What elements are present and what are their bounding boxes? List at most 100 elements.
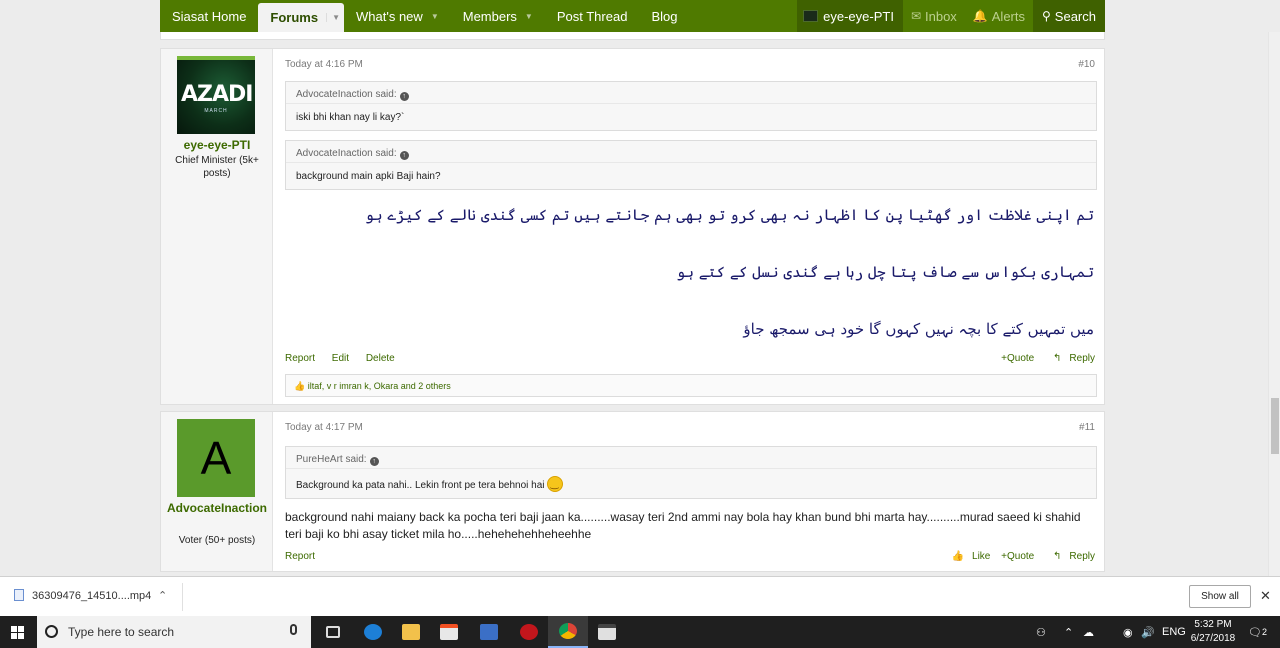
nav-search-label: Search bbox=[1054, 8, 1096, 24]
post-username[interactable]: eye-eye-PTI bbox=[165, 137, 269, 154]
reply-button[interactable]: ↰ Reply bbox=[1045, 551, 1095, 562]
nav-whats-new-label: What's new bbox=[356, 8, 423, 24]
post-timestamp[interactable]: Today at 4:16 PM bbox=[285, 59, 363, 70]
post-urdu-line: میں تمہیں کتے کا بچہ نہیں کہوں گا خود ہی… bbox=[743, 320, 1094, 338]
nav-forums[interactable]: Forums ▼ bbox=[258, 3, 345, 32]
quote-block: AdvocateInaction said: ↑ iski bhi khan na… bbox=[285, 81, 1097, 131]
scrollbar-thumb[interactable] bbox=[1271, 398, 1279, 454]
quote-header: AdvocateInaction said: ↑ bbox=[286, 82, 1096, 104]
reply-arrow-icon: ↰ bbox=[1053, 551, 1062, 562]
task-view-icon[interactable] bbox=[313, 616, 353, 648]
jump-arrow-icon[interactable]: ↑ bbox=[399, 92, 409, 101]
nav-siasat-home[interactable]: Siasat Home bbox=[160, 0, 258, 32]
post-urdu-line: تمہاری بکواس سے صاف پتا چل رہا ہے گندی ن… bbox=[676, 263, 1094, 281]
quote-block: PureHeArt said: ↑ Background ka pata nahi… bbox=[285, 446, 1097, 499]
nav-members-label: Members bbox=[462, 8, 517, 24]
chrome-icon[interactable] bbox=[548, 616, 588, 648]
jump-arrow-icon[interactable]: ↑ bbox=[369, 457, 379, 466]
top-navigation-bar: Siasat Home Forums ▼ What's new ▼ Members ▼… bbox=[0, 0, 1280, 32]
quote-block: AdvocateInaction said: ↑ background main … bbox=[285, 140, 1097, 190]
quote-button[interactable]: +Quote bbox=[1001, 551, 1034, 562]
edit-link[interactable]: Edit bbox=[332, 353, 349, 364]
start-button[interactable] bbox=[0, 616, 36, 648]
notifications-icon[interactable]: 🗨 2 bbox=[1248, 616, 1267, 648]
post-timestamp[interactable]: Today at 4:17 PM bbox=[285, 422, 363, 433]
reply-button[interactable]: ↰ Reply bbox=[1045, 353, 1095, 364]
app-tray-icon[interactable]: ◉ bbox=[1123, 616, 1133, 648]
divider bbox=[182, 583, 183, 611]
bell-icon: 🔔 bbox=[972, 9, 988, 23]
post-urdu-line: تم اپنی غلاظت اور گھٹیا پن کا اظہار نہ ب… bbox=[365, 206, 1094, 224]
volume-icon[interactable]: 🔊 bbox=[1141, 616, 1155, 648]
cloud-icon[interactable]: ☁ bbox=[1083, 616, 1094, 648]
chevron-up-icon[interactable]: ⌃ bbox=[1064, 616, 1073, 648]
video-editor-icon[interactable] bbox=[587, 616, 627, 648]
quote-body: background main apki Baji hain? bbox=[286, 163, 1096, 182]
user-title: Chief Minister (5k+ posts) bbox=[175, 155, 259, 179]
post-number[interactable]: #11 bbox=[1079, 422, 1095, 433]
post-actions-right: +Quote ↰ Reply bbox=[993, 353, 1095, 364]
show-all-button[interactable]: Show all bbox=[1189, 585, 1251, 608]
delete-link[interactable]: Delete bbox=[366, 353, 395, 364]
reply-label: Reply bbox=[1069, 353, 1095, 364]
microphone-icon[interactable] bbox=[290, 624, 297, 635]
post-number[interactable]: #10 bbox=[1078, 59, 1095, 70]
like-button[interactable]: 👍 Like bbox=[944, 551, 991, 562]
like-label: Like bbox=[972, 551, 991, 562]
download-item[interactable]: 36309476_14510....mp4 bbox=[14, 589, 151, 602]
file-explorer-icon[interactable] bbox=[391, 616, 431, 648]
nav-search[interactable]: ⚲ Search bbox=[1033, 0, 1105, 32]
nav-blog[interactable]: Blog bbox=[639, 0, 689, 32]
app-icon[interactable] bbox=[469, 616, 509, 648]
post-actions-left: Report Edit Delete bbox=[285, 353, 409, 364]
user-avatar[interactable]: AZADI MARCH bbox=[177, 56, 255, 134]
chevron-up-icon[interactable]: ⌃ bbox=[158, 589, 167, 602]
language-indicator[interactable]: ENG bbox=[1162, 616, 1186, 648]
nav-alerts[interactable]: 🔔 Alerts bbox=[965, 0, 1033, 32]
post-username[interactable]: AdvocateInaction bbox=[165, 500, 269, 517]
caret-down-icon: ▼ bbox=[524, 11, 533, 21]
envelope-icon: ✉ bbox=[910, 9, 921, 23]
user-avatar[interactable]: A bbox=[177, 419, 255, 497]
quote-body: Background ka pata nahi.. Lekin front pe… bbox=[286, 469, 1096, 492]
caret-down-icon: ▼ bbox=[430, 11, 439, 21]
store-icon[interactable] bbox=[429, 616, 469, 648]
nav-forums-label: Forums bbox=[270, 10, 319, 25]
system-clock[interactable]: 5:32 PM 6/27/2018 bbox=[1187, 618, 1239, 646]
people-icon[interactable]: ⚇ bbox=[1036, 616, 1046, 648]
edge-browser-icon[interactable] bbox=[353, 616, 393, 648]
quote-author[interactable]: AdvocateInaction said: bbox=[296, 148, 397, 159]
file-icon bbox=[14, 589, 24, 601]
quote-body: iski bhi khan nay li kay?` bbox=[286, 104, 1096, 123]
nav-inbox[interactable]: ✉ Inbox bbox=[903, 0, 965, 32]
post-actions-left: Report bbox=[285, 551, 329, 562]
jump-arrow-icon[interactable]: ↑ bbox=[399, 151, 409, 160]
likes-summary[interactable]: 👍 iltaf, v r imran k, Okara and 2 others bbox=[285, 374, 1097, 397]
power-app-icon[interactable] bbox=[509, 616, 549, 648]
user-avatar-mini bbox=[803, 10, 819, 22]
quote-author[interactable]: PureHeArt said: bbox=[296, 454, 367, 465]
nav-alerts-label: Alerts bbox=[991, 8, 1025, 24]
user-title: Voter (50+ posts) bbox=[178, 535, 256, 546]
page-scrollbar[interactable] bbox=[1268, 32, 1280, 576]
taskbar-search-box[interactable]: Type here to search bbox=[37, 616, 311, 648]
windows-taskbar: Type here to search ⚇ ⌃ ☁ ◉ 🔊 ENG 5:32 P… bbox=[0, 616, 1280, 648]
report-link[interactable]: Report bbox=[285, 551, 315, 562]
nav-post-thread[interactable]: Post Thread bbox=[545, 0, 640, 32]
nav-username: eye-eye-PTI bbox=[823, 8, 894, 24]
report-link[interactable]: Report bbox=[285, 353, 315, 364]
caret-down-icon[interactable]: ▼ bbox=[326, 13, 340, 22]
nav-whats-new[interactable]: What's new ▼ bbox=[344, 0, 451, 32]
thumbs-up-icon: 👍 bbox=[294, 381, 308, 391]
search-icon: ⚲ bbox=[1042, 9, 1051, 23]
avatar-logo-text: AZADI bbox=[181, 82, 253, 107]
nav-members[interactable]: Members ▼ bbox=[451, 0, 545, 32]
quote-header: PureHeArt said: ↑ bbox=[286, 447, 1096, 469]
quote-button[interactable]: +Quote bbox=[1001, 353, 1034, 364]
post-10: AZADI MARCH eye-eye-PTI Chief Minister (… bbox=[160, 48, 1105, 405]
close-icon[interactable]: ✕ bbox=[1260, 588, 1271, 604]
quote-author[interactable]: AdvocateInaction said: bbox=[296, 89, 397, 100]
nav-user-menu[interactable]: eye-eye-PTI bbox=[797, 0, 903, 32]
notification-count: 2 bbox=[1261, 627, 1267, 637]
windows-logo-icon bbox=[11, 626, 25, 639]
